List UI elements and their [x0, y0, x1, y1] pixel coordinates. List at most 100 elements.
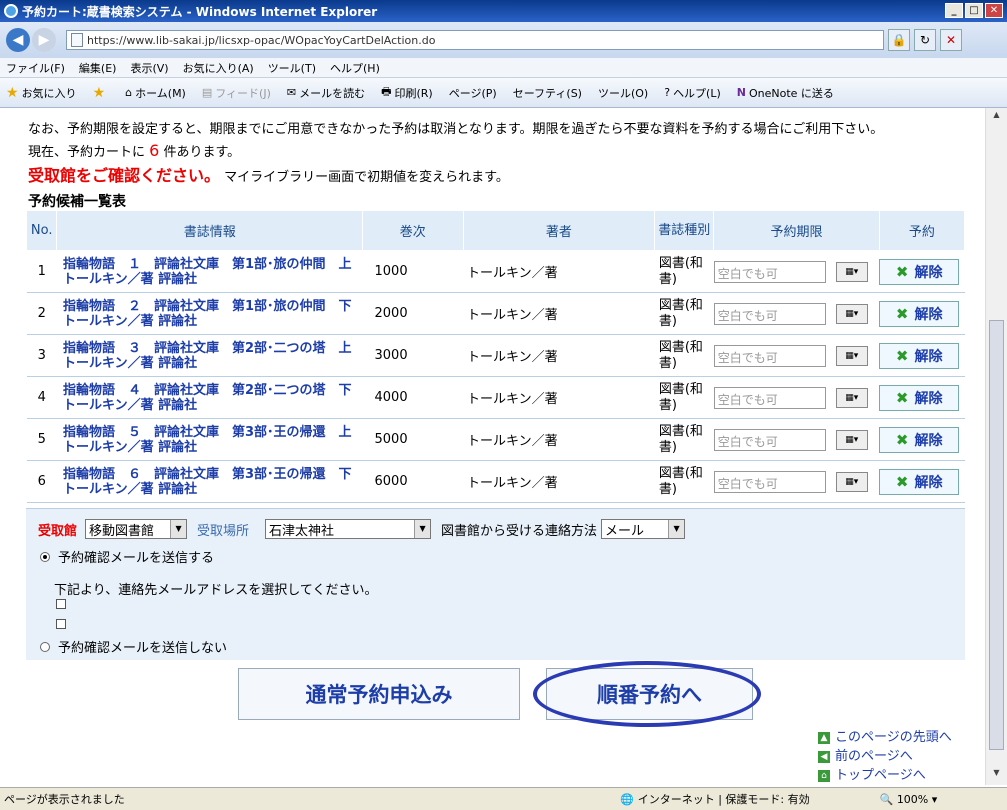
help-label: ヘルプ(L) — [673, 86, 721, 100]
contact-method-select[interactable]: メール ▼ — [601, 519, 686, 539]
cancel-button[interactable]: ✖ 解除 — [879, 342, 960, 369]
favorites-button[interactable]: ★ お気に入り — [6, 85, 77, 101]
x-icon: ✖ — [895, 430, 909, 449]
feeds-button[interactable]: ▤ フィード(J) — [202, 85, 271, 101]
contact-method-label: 図書館から受ける連絡方法 — [441, 523, 598, 539]
deadline-cell: 空白でも可 ▦▾ — [713, 460, 880, 503]
confirm-hint: マイライブラリー画面で初期値を変えられます。 — [224, 170, 509, 185]
reservation-table: No. 書誌情報 巻次 著者 書誌種別 予約期限 予約 1 指輪物語 １ 評論社… — [25, 210, 966, 503]
home-button[interactable]: ⌂ ホーム(M) — [125, 85, 186, 101]
address-checkbox[interactable] — [56, 619, 66, 629]
help-menu[interactable]: ? ヘルプ(L) — [664, 85, 721, 101]
calendar-icon[interactable]: ▦▾ — [835, 345, 868, 366]
pickup-panel: 受取館 移動図書館 ▼ 受取場所 石津太神社 ▼ 図書館から受ける連絡方法 メール ▼… — [26, 508, 965, 660]
prev-page-link[interactable]: ◀ 前のページへ — [818, 747, 952, 766]
pickup-place-select[interactable]: 石津太神社 ▼ — [265, 519, 432, 539]
deadline-input[interactable]: 空白でも可 — [713, 302, 826, 325]
menu-file[interactable]: ファイル(F) — [6, 60, 65, 76]
table-row: 2 指輪物語 ２ 評論社文庫 第1部･旅の仲間 下 トールキン／著 評論社 20… — [26, 292, 965, 335]
book-title-link[interactable]: 指輪物語 ５ 評論社文庫 第3部･王の帰還 上 トールキン／著 評論社 — [56, 418, 363, 461]
cancel-label: 解除 — [914, 348, 943, 365]
deadline-input[interactable]: 空白でも可 — [713, 428, 826, 451]
calendar-icon[interactable]: ▦▾ — [835, 471, 868, 492]
normal-reserve-button[interactable]: 通常予約申込み — [238, 668, 520, 720]
row-no: 3 — [26, 334, 57, 377]
calendar-icon[interactable]: ▦▾ — [835, 429, 868, 450]
stop-button[interactable]: ✕ — [940, 29, 962, 51]
chevron-down-icon: ▼ — [414, 520, 431, 538]
cancel-cell: ✖ 解除 — [879, 418, 965, 461]
top-page-link[interactable]: ⌂ トップページへ — [818, 766, 952, 785]
deadline-input[interactable]: 空白でも可 — [713, 260, 826, 283]
vertical-scrollbar[interactable]: ▲ ▼ — [985, 108, 1007, 785]
print-button[interactable]: 🖶 印刷(R) — [381, 83, 433, 102]
forward-button[interactable]: ▶ — [32, 28, 56, 52]
book-title-link[interactable]: 指輪物語 ３ 評論社文庫 第2部･二つの塔 上 トールキン／著 評論社 — [56, 334, 363, 377]
deadline-input[interactable]: 空白でも可 — [713, 344, 826, 367]
menu-edit[interactable]: 編集(E) — [79, 60, 117, 76]
pickup-library-select[interactable]: 移動図書館 ▼ — [85, 519, 188, 539]
header-reserve: 予約 — [878, 210, 966, 251]
menu-bar: ファイル(F) 編集(E) 表示(V) お気に入り(A) ツール(T) ヘルプ(… — [0, 58, 1007, 78]
deadline-cell: 空白でも可 ▦▾ — [713, 418, 880, 461]
book-title-link[interactable]: 指輪物語 ４ 評論社文庫 第2部･二つの塔 下 トールキン／著 評論社 — [56, 376, 363, 419]
cancel-button[interactable]: ✖ 解除 — [879, 384, 960, 411]
zone-text: インターネット | 保護モード: 有効 — [637, 793, 810, 806]
url-text: https://www.lib-sakai.jp/licsxp-opac/WOp… — [87, 33, 436, 47]
deadline-cell: 空白でも可 ▦▾ — [713, 376, 880, 419]
tools-menu[interactable]: ツール(O) — [598, 85, 648, 101]
calendar-icon[interactable]: ▦▾ — [835, 303, 868, 324]
page-icon — [71, 33, 83, 47]
pickup-library-value: 移動図書館 — [89, 523, 155, 539]
safety-menu[interactable]: セーフティ(S) — [513, 85, 582, 101]
menu-view[interactable]: 表示(V) — [130, 60, 168, 76]
choose-address-text: 下記より、連絡先メールアドレスを選択してください。 — [54, 583, 378, 598]
page-content: なお、予約期限を設定すると、期限までにご用意できなかった予約は取消となります。期… — [0, 108, 985, 785]
scroll-up-icon[interactable]: ▲ — [989, 110, 1004, 125]
back-button[interactable]: ◀ — [6, 28, 30, 52]
cancel-label: 解除 — [914, 264, 943, 281]
cancel-button[interactable]: ✖ 解除 — [879, 468, 960, 495]
page-top-label: このページの先頭へ — [835, 730, 952, 745]
cancel-label: 解除 — [914, 474, 943, 491]
row-no: 1 — [26, 250, 57, 293]
no-mail-radio[interactable]: 予約確認メールを送信しない — [40, 637, 227, 656]
url-field[interactable]: https://www.lib-sakai.jp/licsxp-opac/WOp… — [66, 30, 884, 50]
add-favorite-button[interactable]: ★ — [93, 85, 106, 101]
window-title: 予約カート:蔵書検索システム - Windows Internet Explor… — [22, 4, 378, 19]
maximize-button[interactable]: □ — [965, 3, 983, 18]
menu-tools[interactable]: ツール(T) — [268, 60, 316, 76]
close-button[interactable]: ✕ — [985, 3, 1003, 18]
confirm-warning: 受取館をご確認ください。 — [28, 166, 221, 185]
pickup-confirm-message: 受取館をご確認ください。 マイライブラリー画面で初期値を変えられます。 — [28, 162, 509, 186]
cancel-button[interactable]: ✖ 解除 — [879, 300, 960, 327]
read-mail-button[interactable]: ✉ メールを読む — [287, 85, 365, 101]
refresh-button[interactable]: ↻ — [914, 29, 936, 51]
book-title-link[interactable]: 指輪物語 ６ 評論社文庫 第3部･王の帰還 下 トールキン／著 評論社 — [56, 460, 363, 503]
zoom-control[interactable]: 🔍 100% ▾ — [880, 793, 938, 806]
deadline-input[interactable]: 空白でも可 — [713, 470, 826, 493]
row-author: トールキン／著 — [463, 250, 655, 293]
scroll-down-icon[interactable]: ▼ — [989, 768, 1004, 783]
star-icon: ★ — [6, 84, 19, 101]
x-icon: ✖ — [895, 262, 909, 281]
calendar-icon[interactable]: ▦▾ — [835, 387, 868, 408]
page-menu[interactable]: ページ(P) — [449, 85, 497, 101]
page-top-link[interactable]: ▲ このページの先頭へ — [818, 728, 952, 747]
menu-favorites[interactable]: お気に入り(A) — [183, 60, 254, 76]
scroll-thumb[interactable] — [989, 320, 1004, 750]
cancel-button[interactable]: ✖ 解除 — [879, 258, 960, 285]
lock-icon[interactable]: 🔒 — [888, 29, 910, 51]
cancel-label: 解除 — [914, 432, 943, 449]
minimize-button[interactable]: _ — [945, 3, 963, 18]
book-title-link[interactable]: 指輪物語 １ 評論社文庫 第1部･旅の仲間 上 トールキン／著 評論社 — [56, 250, 363, 293]
row-kind: 図書(和書) — [654, 418, 714, 461]
send-mail-radio[interactable]: 予約確認メールを送信する — [40, 547, 214, 566]
book-title-link[interactable]: 指輪物語 ２ 評論社文庫 第1部･旅の仲間 下 トールキン／著 評論社 — [56, 292, 363, 335]
cancel-button[interactable]: ✖ 解除 — [879, 426, 960, 453]
deadline-input[interactable]: 空白でも可 — [713, 386, 826, 409]
address-checkbox[interactable] — [56, 599, 66, 609]
calendar-icon[interactable]: ▦▾ — [835, 261, 868, 282]
menu-help[interactable]: ヘルプ(H) — [330, 60, 380, 76]
onenote-button[interactable]: N OneNote に送る — [737, 85, 834, 101]
